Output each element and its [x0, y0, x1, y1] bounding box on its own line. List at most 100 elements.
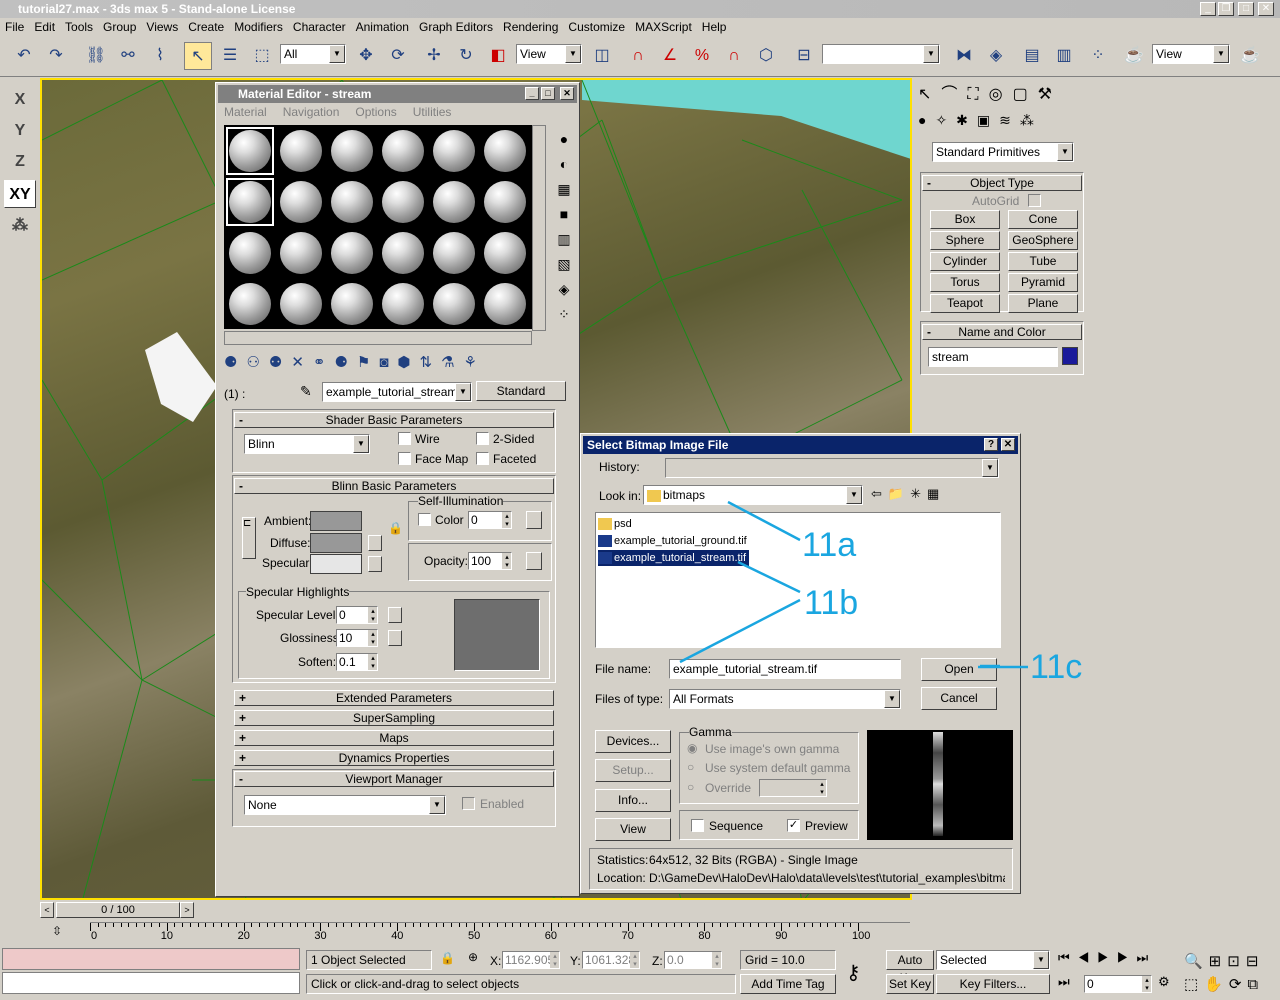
bind-spacewarp-icon[interactable]: ⌇ — [146, 42, 174, 70]
me-menu-options[interactable]: Options — [355, 105, 396, 119]
material-sample-slot[interactable] — [328, 280, 376, 328]
minimize-button[interactable]: _ — [1200, 2, 1216, 16]
axis-y-button[interactable]: Y — [4, 117, 36, 145]
named-selection-dropdown[interactable]: ▼ — [822, 44, 940, 64]
material-sample-slot[interactable] — [328, 229, 376, 277]
material-sample-slot[interactable] — [430, 229, 478, 277]
spinner-snap-icon[interactable]: ∩ — [720, 42, 748, 70]
menu-customize[interactable]: Customize — [563, 18, 630, 36]
material-sample-slot[interactable] — [226, 127, 274, 175]
two-sided-checkbox[interactable] — [476, 432, 489, 445]
glossiness-spinner[interactable]: 10 — [336, 629, 378, 647]
pivot-icon[interactable]: ◫ — [588, 42, 616, 70]
specular-swatch[interactable] — [310, 554, 362, 574]
snap-points-icon[interactable]: ⁂ — [4, 212, 36, 240]
render-scene-icon[interactable]: ☕ — [1120, 42, 1148, 70]
face-map-checkbox[interactable] — [398, 452, 411, 465]
render-view-dropdown[interactable]: View ▼ — [1152, 44, 1230, 64]
snap-3d-icon[interactable]: ∩ — [624, 42, 652, 70]
wire-checkbox[interactable] — [398, 432, 411, 445]
close-button[interactable]: ✕ — [1258, 2, 1274, 16]
absolute-mode-icon[interactable]: ⊕ — [468, 950, 478, 964]
specular-level-map-button[interactable] — [388, 607, 402, 623]
command-panel-tabs[interactable]: ↖⌒⛶◎▢⚒ — [918, 80, 1100, 106]
axis-x-button[interactable]: X — [4, 86, 36, 114]
me-menu-navigation[interactable]: Navigation — [283, 105, 340, 119]
info-button[interactable]: Info... — [595, 789, 671, 812]
me-maximize-button[interactable]: □ — [541, 87, 555, 100]
menu-views[interactable]: Views — [141, 18, 183, 36]
lock-ambient-diffuse-icon[interactable]: ⊏ — [242, 517, 256, 559]
angle-snap-icon[interactable]: ∠ — [656, 42, 684, 70]
gamma-default-radio[interactable]: ○ — [687, 760, 694, 774]
time-slider-left-button[interactable]: < — [40, 902, 54, 918]
me-minimize-button[interactable]: _ — [525, 87, 539, 100]
rotate-icon[interactable]: ↻ — [452, 42, 480, 70]
time-slider-right-button[interactable]: > — [180, 902, 194, 918]
material-editor-icon[interactable]: ⁘ — [1084, 42, 1112, 70]
object-color-swatch[interactable] — [1062, 347, 1078, 365]
gamma-override-spinner[interactable] — [759, 779, 827, 797]
slots-scrollbar[interactable] — [224, 331, 532, 345]
primitive-torus-button[interactable]: Torus — [930, 273, 1000, 292]
ambient-swatch[interactable] — [310, 511, 362, 531]
self-illum-color-checkbox[interactable] — [418, 513, 431, 526]
material-sample-slot[interactable] — [481, 178, 529, 226]
autogrid-checkbox[interactable] — [1028, 194, 1041, 207]
named-selection-icon[interactable]: ⬡ — [752, 42, 780, 70]
z-coordinate-field[interactable]: 0.0 — [664, 951, 722, 969]
lock-icon[interactable]: 🔒 — [388, 521, 403, 535]
diffuse-map-button[interactable] — [368, 535, 382, 551]
maxscript-listener[interactable] — [2, 948, 300, 970]
redo-icon[interactable]: ↷ — [42, 42, 70, 70]
primitive-sphere-button[interactable]: Sphere — [930, 231, 1000, 250]
menu-modifiers[interactable]: Modifiers — [229, 18, 288, 36]
menu-edit[interactable]: Edit — [29, 18, 60, 36]
percent-snap-icon[interactable]: % — [688, 42, 716, 70]
material-sample-slot[interactable] — [430, 280, 478, 328]
self-illum-spinner[interactable]: 0 — [468, 511, 512, 529]
restore-button[interactable]: ❐ — [1218, 2, 1234, 16]
menu-tools[interactable]: Tools — [60, 18, 98, 36]
preview-checkbox[interactable]: ✓ — [787, 819, 800, 832]
shader-basic-params-rollout[interactable]: - Shader Basic Parameters — [234, 412, 554, 428]
material-sample-slot[interactable] — [379, 178, 427, 226]
unlink-icon[interactable]: ⚯ — [114, 42, 142, 70]
menu-maxscript[interactable]: MAXScript — [630, 18, 697, 36]
primitive-cylinder-button[interactable]: Cylinder — [930, 252, 1000, 271]
menu-group[interactable]: Group — [98, 18, 141, 36]
time-config-icon[interactable]: ⚙ — [1158, 974, 1178, 994]
material-sample-slot[interactable] — [277, 280, 325, 328]
primitive-teapot-button[interactable]: Teapot — [930, 294, 1000, 313]
material-sample-slot[interactable] — [481, 229, 529, 277]
move-icon[interactable]: ✢ — [420, 42, 448, 70]
select-by-name-icon[interactable]: ☰ — [216, 42, 244, 70]
select-move-icon[interactable]: ✥ — [352, 42, 380, 70]
axis-z-button[interactable]: Z — [4, 148, 36, 176]
primitive-geosphere-button[interactable]: GeoSphere — [1008, 231, 1078, 250]
extended-params-rollout[interactable]: + Extended Parameters — [234, 690, 554, 706]
material-sample-slot[interactable] — [379, 280, 427, 328]
menu-character[interactable]: Character — [288, 18, 351, 36]
primitive-plane-button[interactable]: Plane — [1008, 294, 1078, 313]
menu-rendering[interactable]: Rendering — [498, 18, 563, 36]
selection-lock-icon[interactable]: 🔒 — [440, 951, 455, 965]
auto-key-button[interactable]: Auto Key — [886, 950, 934, 985]
create-category-buttons[interactable]: ●✧✱▣≋⁂ — [918, 112, 1100, 138]
scale-icon[interactable]: ◧ — [484, 42, 512, 70]
link-icon[interactable]: ⛓ — [82, 42, 110, 70]
menu-graph-editors[interactable]: Graph Editors — [414, 18, 498, 36]
dynamics-properties-rollout[interactable]: + Dynamics Properties — [234, 750, 554, 766]
material-sample-slot[interactable] — [328, 127, 376, 175]
devices-button[interactable]: Devices... — [595, 730, 671, 753]
object-name-input[interactable]: stream — [928, 347, 1058, 367]
key-mode-toggle-icon[interactable]: ⏭ — [1058, 974, 1078, 994]
category-dropdown[interactable]: Standard Primitives ▼ — [932, 142, 1074, 162]
file-list-item[interactable]: psd — [598, 516, 635, 532]
key-mode-dropdown[interactable]: Selected ▼ — [936, 950, 1050, 970]
playback-controls[interactable]: ⏮◀▶▶⏭ — [1058, 950, 1184, 970]
schematic-view-icon[interactable]: ▥ — [1050, 42, 1078, 70]
mirror-icon[interactable]: ⧓ — [950, 42, 978, 70]
rectangle-selection-icon[interactable]: ⬚ — [248, 42, 276, 70]
supersampling-rollout[interactable]: + SuperSampling — [234, 710, 554, 726]
